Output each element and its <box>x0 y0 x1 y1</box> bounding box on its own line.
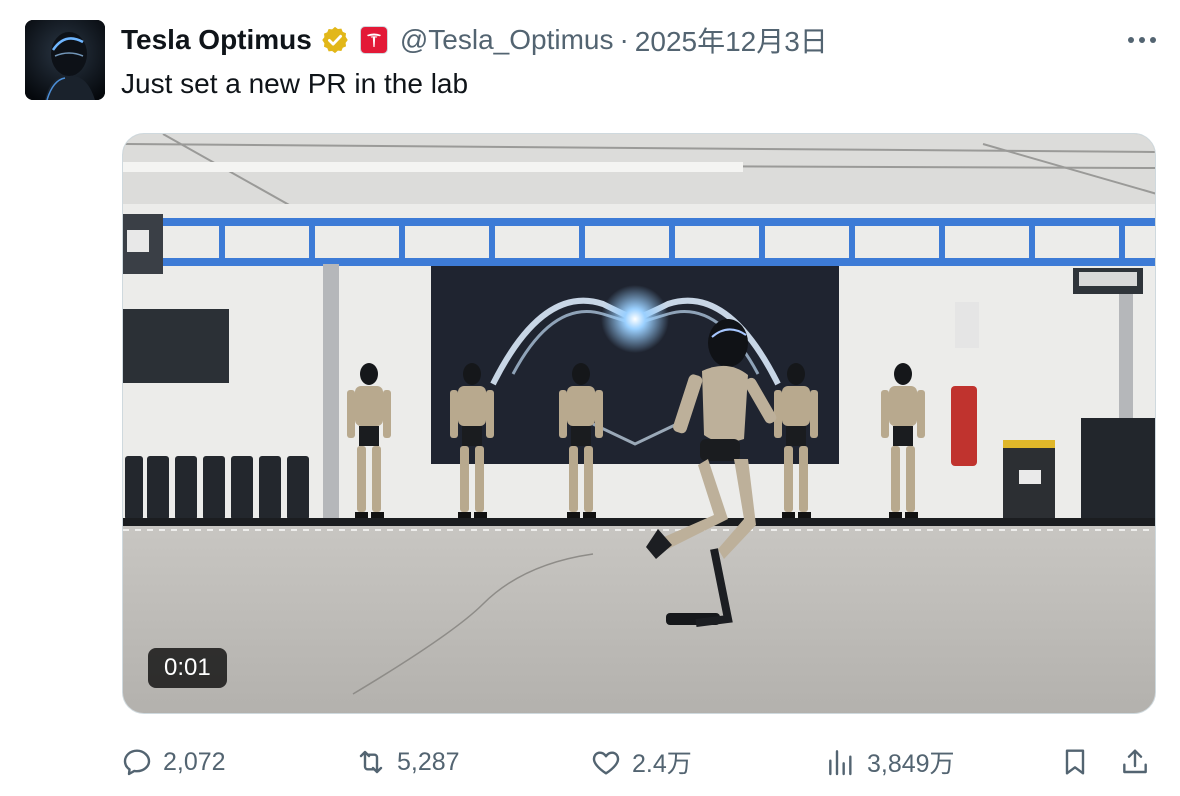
verified-badge-icon[interactable] <box>320 25 350 55</box>
avatar-image <box>25 20 105 100</box>
share-icon <box>1123 749 1147 774</box>
views-count: 3,849万 <box>867 750 955 778</box>
reply-count: 2,072 <box>163 747 226 776</box>
video-player[interactable]: 0:01 <box>122 133 1156 714</box>
bookmark-button[interactable] <box>1059 740 1091 784</box>
repost-icon <box>359 750 383 774</box>
handle[interactable]: @Tesla_Optimus <box>400 24 614 56</box>
bookmark-icon <box>1065 749 1085 775</box>
share-button[interactable] <box>1119 740 1151 784</box>
like-count: 2.4万 <box>632 750 692 778</box>
display-name[interactable]: Tesla Optimus <box>121 24 312 56</box>
tweet-header: Tesla Optimus @Tesla_Optimus · 2025年12月3… <box>121 20 1160 60</box>
repost-count: 5,287 <box>397 747 460 776</box>
reply-icon <box>123 749 151 776</box>
like-icon <box>592 751 620 775</box>
video-frame <box>123 134 1155 713</box>
action-bar: 2,072 5,287 2.4万 3,849万 <box>121 740 1161 784</box>
more-icon[interactable] <box>1124 24 1160 56</box>
reply-button[interactable]: 2,072 <box>121 740 226 784</box>
tesla-logo-icon[interactable] <box>359 26 388 54</box>
tweet-text: Just set a new PR in the lab <box>121 68 469 99</box>
views-icon <box>829 750 852 776</box>
views-button[interactable]: 3,849万 <box>825 740 955 784</box>
video-timestamp: 0:01 <box>148 648 227 688</box>
separator-dot: · <box>619 24 629 55</box>
like-button[interactable]: 2.4万 <box>590 740 692 784</box>
tweet-date[interactable]: 2025年12月3日 <box>635 20 828 60</box>
repost-button[interactable]: 5,287 <box>355 740 460 784</box>
avatar[interactable] <box>25 20 105 100</box>
